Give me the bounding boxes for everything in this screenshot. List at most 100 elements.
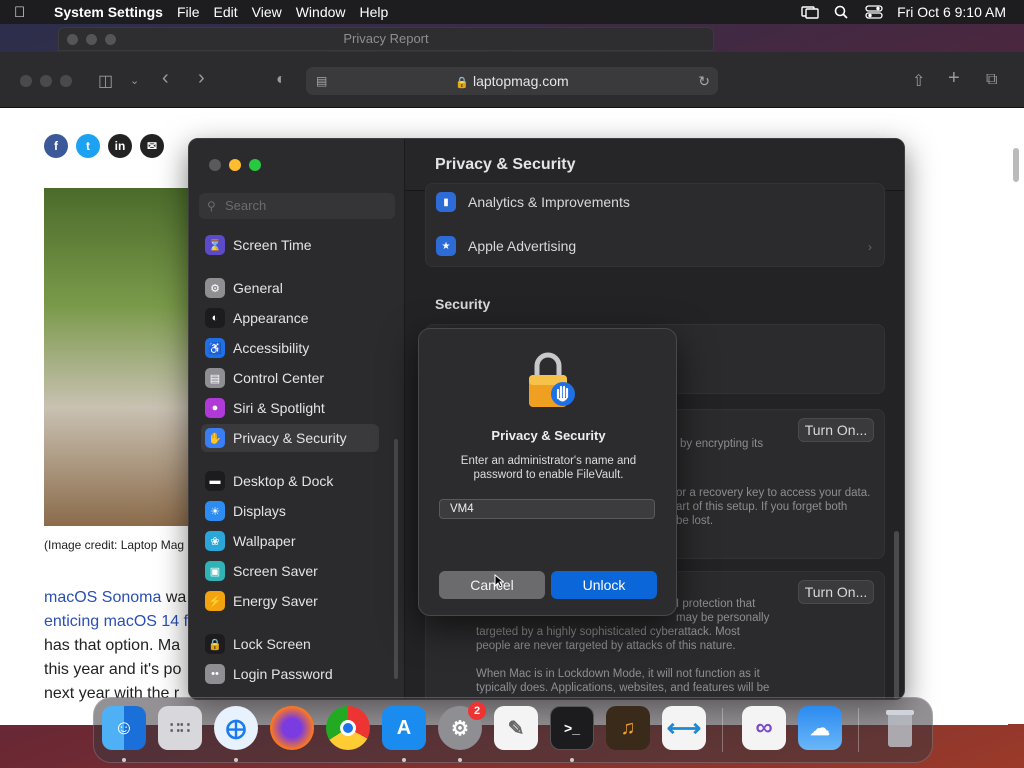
row-apple-advertising[interactable]: ★ Apple Advertising xyxy=(436,226,576,266)
share-icon[interactable]: ⇧ xyxy=(912,71,925,91)
facebook-icon[interactable]: f xyxy=(44,134,68,158)
notification-badge: 2 xyxy=(468,702,486,720)
finder-icon[interactable]: ☺ xyxy=(102,706,146,750)
unlock-button[interactable]: Unlock xyxy=(551,571,657,599)
sidebar-item-accessibility[interactable]: ♿ Accessibility xyxy=(201,334,379,362)
lockdown-text-4: people are never targeted by attacks of … xyxy=(476,640,736,652)
new-tab-icon[interactable]: + xyxy=(948,67,960,90)
chevron-down-icon[interactable]: ⌄ xyxy=(130,74,139,87)
article-line-1: wa xyxy=(161,589,187,606)
lockdown-text-5: When Mac is in Lockdown Mode, it will no… xyxy=(476,668,760,680)
close-button[interactable] xyxy=(209,159,221,171)
reload-icon[interactable]: ↻ xyxy=(698,67,710,95)
sidebar-item-desktop-dock[interactable]: ▬ Desktop & Dock xyxy=(201,467,379,495)
vscode-icon[interactable]: ⟷ xyxy=(662,706,706,750)
social-share-bar: f t in ✉ xyxy=(44,134,164,158)
sidebar-item-label: Siri & Spotlight xyxy=(233,400,325,416)
chrome-icon[interactable] xyxy=(326,706,370,750)
sidebar-item-wallpaper[interactable]: ❀ Wallpaper xyxy=(201,527,379,555)
twitter-icon[interactable]: t xyxy=(76,134,100,158)
dialog-title: Privacy & Security xyxy=(491,428,606,443)
screen-saver-icon: ▣ xyxy=(205,561,225,581)
row-advertising-label: Apple Advertising xyxy=(468,238,577,254)
tab-overview-icon[interactable]: ⧉ xyxy=(986,71,997,89)
launchpad-icon[interactable]: ∷∷ xyxy=(158,706,202,750)
sidebar-item-siri-spotlight[interactable]: ● Siri & Spotlight xyxy=(201,394,379,422)
menu-app-name[interactable]: System Settings xyxy=(54,4,163,20)
sidebar-scrollbar[interactable] xyxy=(394,439,398,679)
running-indicator xyxy=(458,758,462,762)
row-analytics[interactable]: ▮ Analytics & Improvements xyxy=(436,182,630,222)
trash-icon[interactable] xyxy=(878,706,922,750)
textedit-icon[interactable]: ✎ xyxy=(494,706,538,750)
cancel-button[interactable]: Cancel xyxy=(439,571,545,599)
sidebar-item-label: Accessibility xyxy=(233,340,310,356)
linkedin-icon[interactable]: in xyxy=(108,134,132,158)
sidebar-item-label: Displays xyxy=(233,503,286,519)
weather-icon[interactable]: ☁ xyxy=(798,706,842,750)
forward-icon[interactable]: › xyxy=(198,67,205,90)
menu-file[interactable]: File xyxy=(177,4,200,20)
sidebar-item-label: Desktop & Dock xyxy=(233,473,334,489)
mouse-cursor-icon xyxy=(494,574,504,588)
sidebar-item-label: Control Center xyxy=(233,370,325,386)
safari-window-controls[interactable] xyxy=(20,75,72,87)
menu-help[interactable]: Help xyxy=(360,4,389,20)
url-text: laptopmag.com xyxy=(472,73,569,89)
search-placeholder: Search xyxy=(225,198,267,213)
dock-icon: ▬ xyxy=(205,471,225,491)
dock: ☺ ∷∷ ⨁ A ⚙ 2 ✎ >_ ♫ ⟷ ∞ ☁ xyxy=(93,697,933,763)
sidebar-item-general[interactable]: ⚙ General xyxy=(201,274,379,302)
sidebar-item-label: Privacy & Security xyxy=(233,430,347,446)
search-input[interactable]: ⚲ Search xyxy=(199,193,395,219)
sidebar-item-control-center[interactable]: ▤ Control Center xyxy=(201,364,379,392)
sidebar-item-displays[interactable]: ☀ Displays xyxy=(201,497,379,525)
email-icon[interactable]: ✉ xyxy=(140,134,164,158)
privacy-shield-icon[interactable]: ◐ xyxy=(276,71,286,89)
privacy-list-card: ▮ Analytics & Improvements ★ Apple Adver… xyxy=(425,183,885,267)
displays-icon: ☀ xyxy=(205,501,225,521)
firefox-icon[interactable] xyxy=(270,706,314,750)
control-center-icon[interactable] xyxy=(865,5,883,19)
sidebar-item-energy-saver[interactable]: ⚡ Energy Saver xyxy=(201,587,379,615)
article-link-macos14[interactable]: enticing macOS 14 f xyxy=(44,613,188,630)
filevault-turn-on-button[interactable]: Turn On... xyxy=(798,418,874,442)
article-photo xyxy=(44,188,194,526)
app-store-icon[interactable]: A xyxy=(382,706,426,750)
pane-scrollbar[interactable] xyxy=(894,531,899,699)
page-menu-icon[interactable]: ▤ xyxy=(316,67,327,95)
menu-window[interactable]: Window xyxy=(296,4,346,20)
safari-icon[interactable]: ⨁ xyxy=(214,706,258,750)
zoom-button[interactable] xyxy=(249,159,261,171)
minimize-button[interactable] xyxy=(229,159,241,171)
menu-view[interactable]: View xyxy=(252,4,282,20)
sidebar-item-screen-time[interactable]: ⌛ Screen Time xyxy=(201,231,379,259)
dock-separator xyxy=(858,708,859,752)
visual-studio-icon[interactable]: ∞ xyxy=(742,706,786,750)
menu-clock[interactable]: Fri Oct 6 9:10 AM xyxy=(897,4,1006,20)
terminal-icon[interactable]: >_ xyxy=(550,706,594,750)
background-window-controls xyxy=(67,34,116,45)
page-title: Privacy & Security xyxy=(435,156,576,173)
sidebar-item-label: Login Password xyxy=(233,666,333,682)
menu-edit[interactable]: Edit xyxy=(214,4,238,20)
back-icon[interactable]: ‹ xyxy=(162,67,169,90)
filevault-text-3: art of this setup. If you forget both xyxy=(676,501,848,513)
sidebar-toggle-icon[interactable]: ◫ xyxy=(98,71,113,91)
sidebar-item-privacy-security[interactable]: ✋ Privacy & Security xyxy=(201,424,379,452)
sidebar-item-appearance[interactable]: ◐ Appearance xyxy=(201,304,379,332)
address-bar[interactable]: ▤ 🔒 laptopmag.com ↻ xyxy=(306,67,718,95)
lockdown-turn-on-button[interactable]: Turn On... xyxy=(798,580,874,604)
spotlight-search-icon[interactable] xyxy=(833,5,851,19)
lock-icon: 🔒 xyxy=(205,634,225,654)
apple-menu-icon[interactable]:  xyxy=(14,4,38,21)
sidebar-item-login-password[interactable]: •• Login Password xyxy=(201,660,379,688)
article-link-sonoma[interactable]: macOS Sonoma xyxy=(44,589,161,606)
garageband-icon[interactable]: ♫ xyxy=(606,706,650,750)
screen-mirroring-icon[interactable] xyxy=(801,5,819,19)
running-indicator xyxy=(402,758,406,762)
sidebar-item-lock-screen[interactable]: 🔒 Lock Screen xyxy=(201,630,379,658)
username-field[interactable] xyxy=(439,499,655,519)
sidebar-item-screen-saver[interactable]: ▣ Screen Saver xyxy=(201,557,379,585)
lockdown-text-6: typically does. Applications, websites, … xyxy=(476,682,770,694)
